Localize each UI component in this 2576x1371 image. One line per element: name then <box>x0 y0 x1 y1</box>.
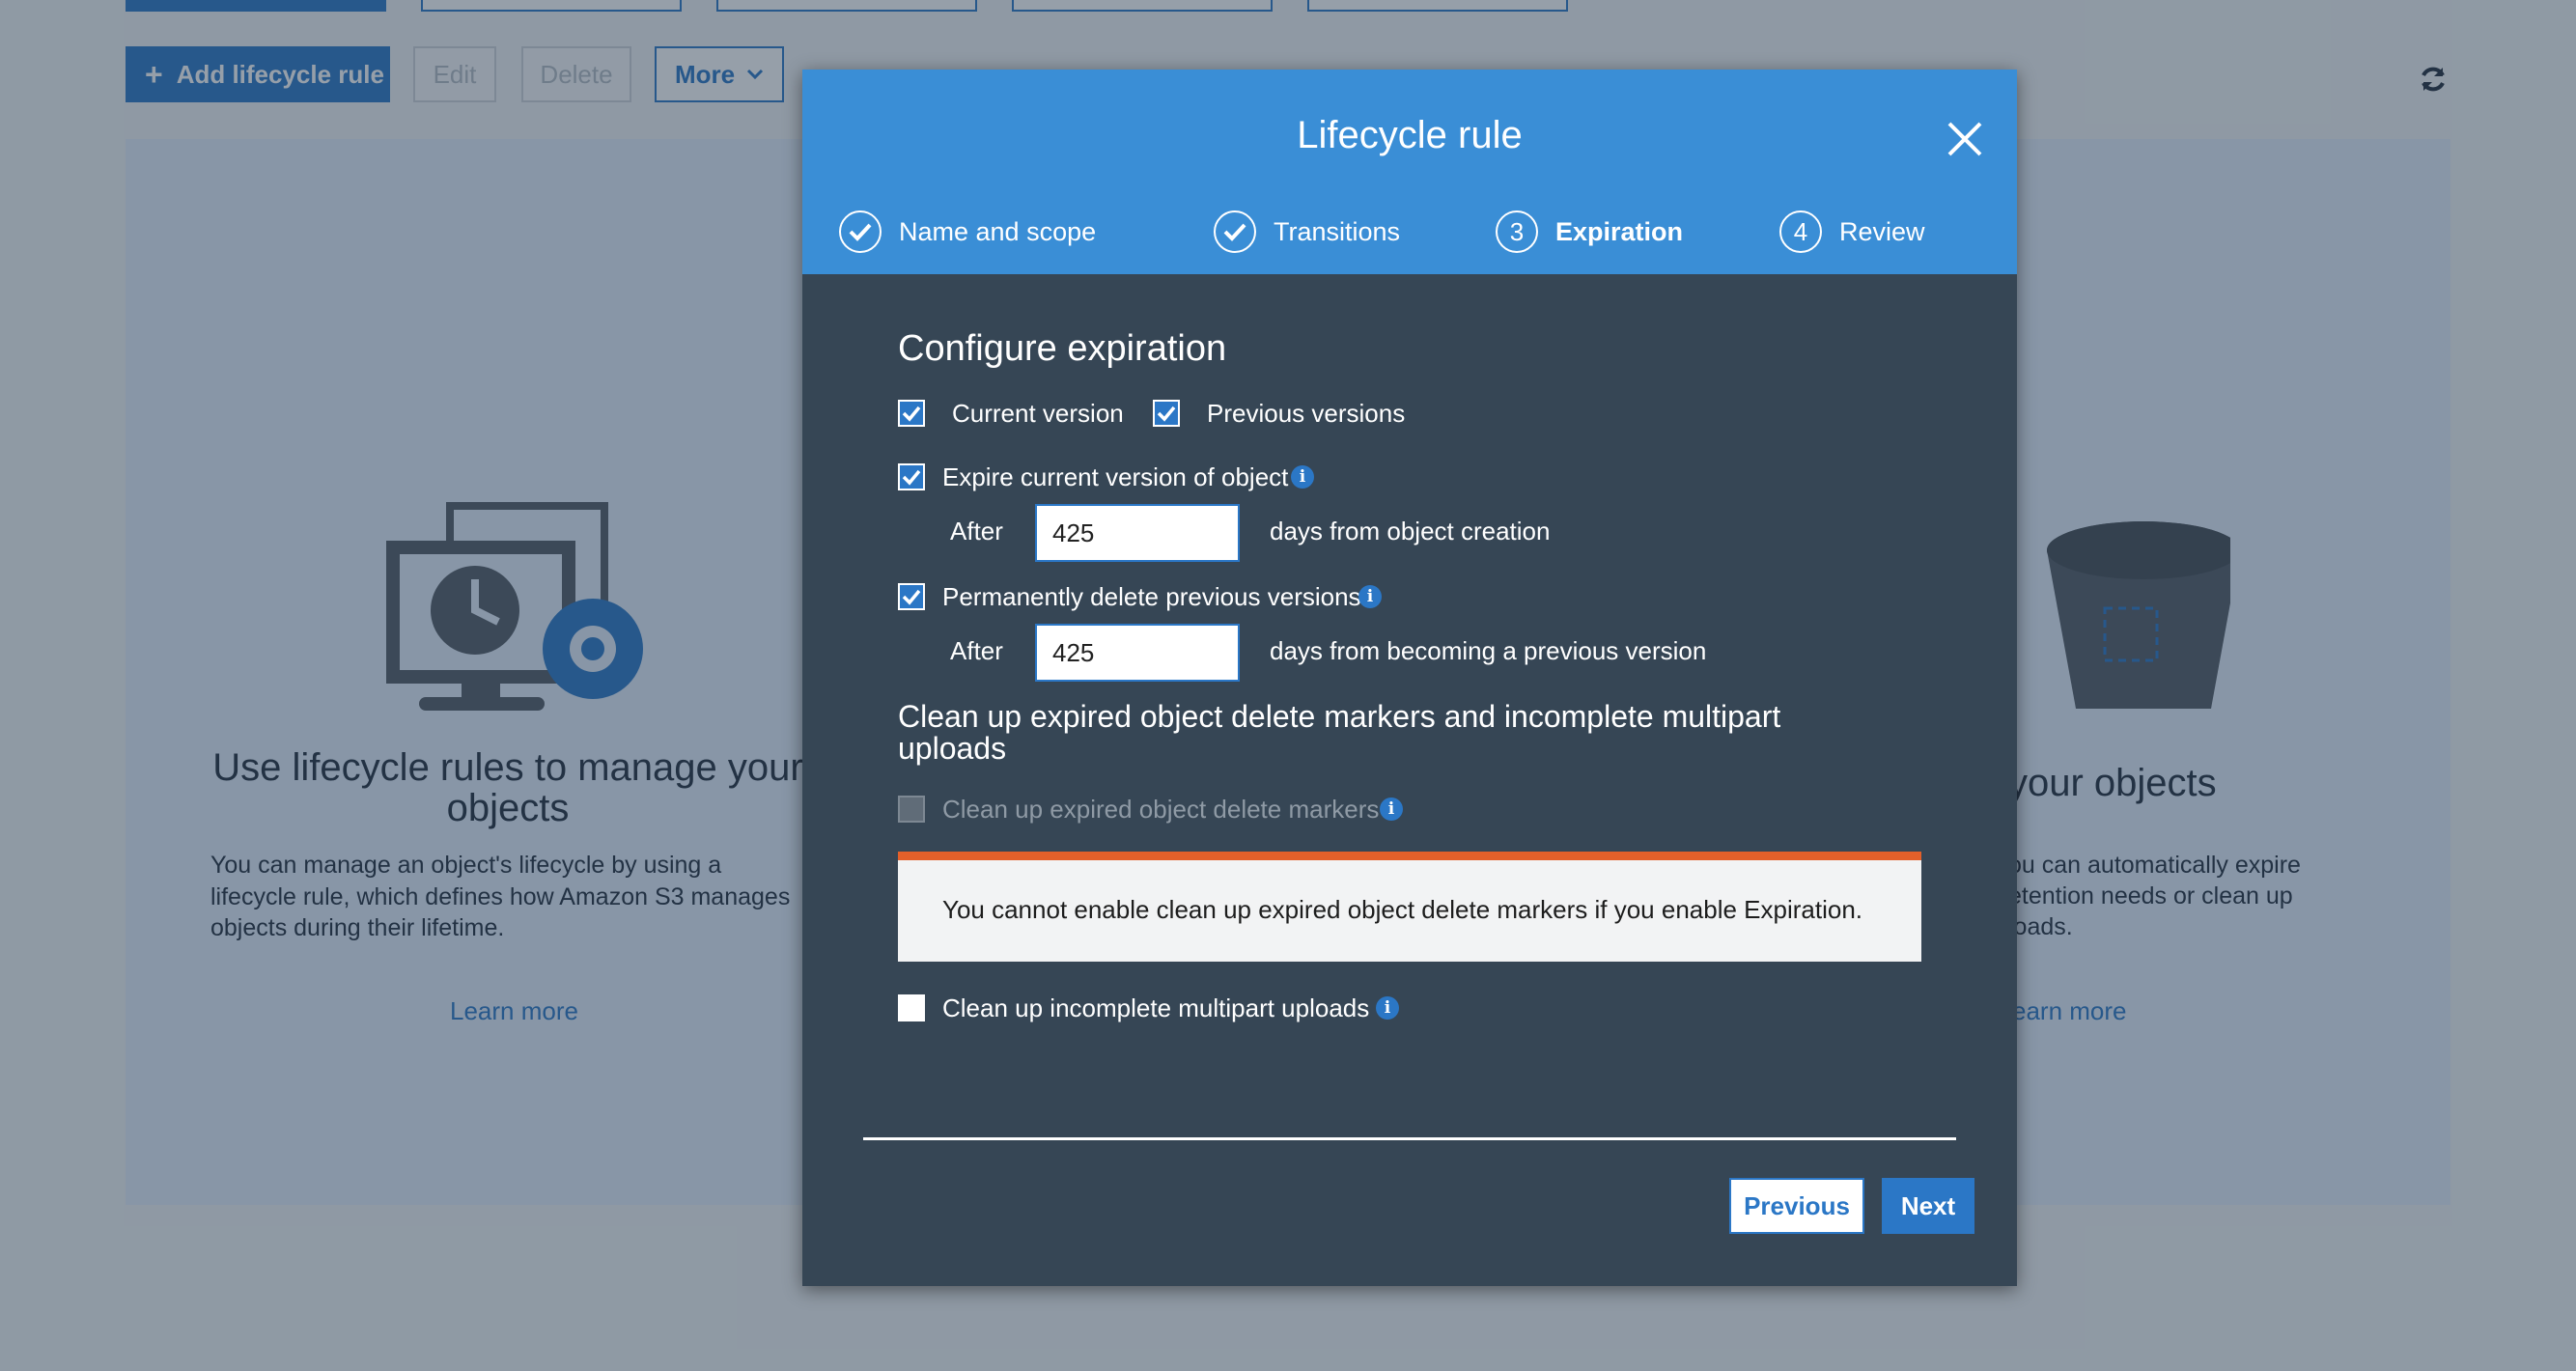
step-4-label: Review <box>1839 216 1925 246</box>
step-name-and-scope[interactable]: Name and scope <box>839 207 1096 257</box>
warning-text: You cannot enable clean up expired objec… <box>942 895 1862 924</box>
close-icon[interactable] <box>1944 118 1986 160</box>
step-2-label: Transitions <box>1274 216 1401 246</box>
info-icon[interactable]: i <box>1291 465 1314 489</box>
previous-versions-checkbox[interactable] <box>1153 400 1180 427</box>
expire-days-suffix: days from object creation <box>1270 517 1551 546</box>
warning-alert: You cannot enable clean up expired objec… <box>898 852 1921 962</box>
next-label: Next <box>1900 1190 1956 1220</box>
lifecycle-rule-modal: Lifecycle rule Name and scope Transition… <box>802 70 2017 1286</box>
modal-title: Lifecycle rule <box>1297 114 1523 156</box>
perm-after-label: After <box>950 636 1003 665</box>
cleanup-heading: Clean up expired object delete markers a… <box>898 699 1781 766</box>
previous-label: Previous <box>1744 1190 1850 1220</box>
modal-header: Lifecycle rule Name and scope Transition… <box>802 70 2017 274</box>
permanently-delete-checkbox[interactable] <box>898 583 925 610</box>
perm-days-suffix: days from becoming a previous version <box>1270 636 1707 665</box>
step-review[interactable]: 4 Review <box>1779 207 1925 257</box>
footer-divider <box>863 1137 1956 1140</box>
current-version-label: Current version <box>952 399 1124 428</box>
expire-days-input[interactable] <box>1035 504 1240 562</box>
configure-expiration-heading: Configure expiration <box>898 328 1227 369</box>
expire-current-label: Expire current version of object <box>942 462 1289 491</box>
info-icon[interactable]: i <box>1380 797 1403 821</box>
step-1-label: Name and scope <box>899 216 1097 246</box>
step-3-label: Expiration <box>1555 216 1684 246</box>
cleanup-markers-checkbox[interactable] <box>898 796 925 823</box>
check-icon <box>839 210 882 253</box>
cleanup-markers-label: Clean up expired object delete markers <box>942 795 1380 824</box>
step-transitions[interactable]: Transitions <box>1214 207 1400 257</box>
check-icon <box>1214 210 1256 253</box>
info-icon[interactable]: i <box>1358 585 1382 608</box>
previous-versions-label: Previous versions <box>1207 399 1406 428</box>
step-3-number: 3 <box>1496 210 1538 253</box>
step-expiration[interactable]: 3 Expiration <box>1496 207 1683 257</box>
current-version-checkbox[interactable] <box>898 400 925 427</box>
expire-after-label: After <box>950 517 1003 546</box>
cleanup-multipart-checkbox[interactable] <box>898 994 925 1021</box>
expire-current-checkbox[interactable] <box>898 463 925 490</box>
previous-button[interactable]: Previous <box>1729 1178 1864 1234</box>
permanently-delete-label: Permanently delete previous versions <box>942 582 1361 611</box>
next-button[interactable]: Next <box>1882 1178 1974 1234</box>
perm-days-input[interactable] <box>1035 624 1240 682</box>
step-4-number: 4 <box>1779 210 1822 253</box>
cleanup-multipart-label: Clean up incomplete multipart uploads <box>942 993 1370 1022</box>
info-icon[interactable]: i <box>1376 996 1399 1020</box>
